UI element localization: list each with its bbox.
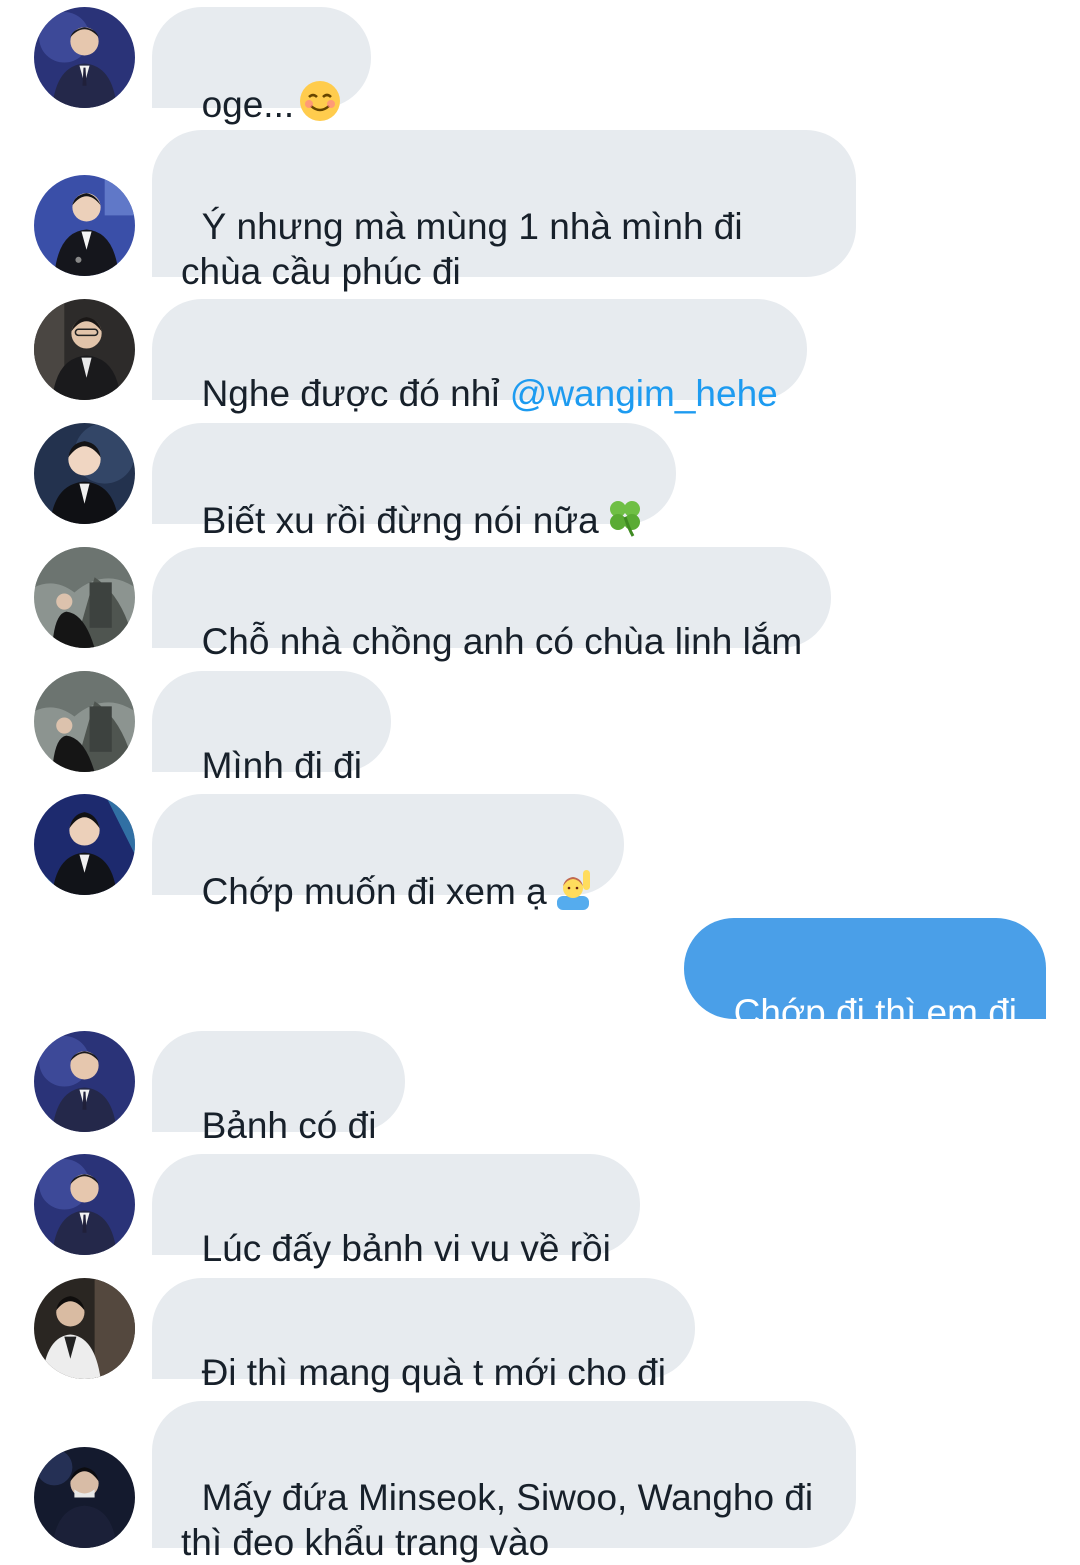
- avatar[interactable]: [34, 1278, 135, 1379]
- message-text: Chỗ nhà chồng anh có chùa linh lắm: [201, 621, 803, 662]
- profile-photo-icon: [34, 175, 135, 276]
- profile-photo-icon: [34, 1447, 135, 1548]
- profile-photo-icon: [34, 671, 135, 772]
- message-text: Chớp đi thì em đi: [733, 992, 1017, 1033]
- avatar[interactable]: [34, 1154, 135, 1255]
- message-text: Đi thì mang quà t mới cho đi: [201, 1352, 666, 1393]
- avatar[interactable]: [34, 7, 135, 108]
- profile-photo-icon: [34, 1278, 135, 1379]
- chat-message-bubble[interactable]: Mình đi đi: [152, 671, 391, 786]
- profile-photo-icon: [34, 794, 135, 895]
- profile-photo-icon: [34, 547, 135, 648]
- message-text: Nghe được đó nhỉ: [201, 373, 510, 414]
- message-text: Mấy đứa Minseok, Siwoo, Wangho đi thì đe…: [181, 1477, 814, 1563]
- avatar[interactable]: [34, 1447, 135, 1548]
- message-text: oge...: [201, 84, 295, 125]
- four-leaf-clover-icon: [603, 495, 647, 549]
- avatar[interactable]: [34, 299, 135, 400]
- chat-message-bubble[interactable]: Ý nhưng mà mùng 1 nhà mình đi chùa cầu p…: [152, 130, 856, 292]
- message-text: Biết xu rồi đừng nói nữa: [201, 500, 599, 541]
- profile-photo-icon: [34, 423, 135, 524]
- avatar[interactable]: [34, 794, 135, 895]
- smiling-face-icon: [298, 79, 342, 133]
- avatar[interactable]: [34, 547, 135, 648]
- chat-message-bubble[interactable]: Biết xu rồi đừng nói nữa: [152, 423, 676, 541]
- chat-message-bubble[interactable]: Mấy đứa Minseok, Siwoo, Wangho đi thì đe…: [152, 1401, 856, 1563]
- message-text: Ý nhưng mà mùng 1 nhà mình đi chùa cầu p…: [181, 206, 743, 292]
- avatar[interactable]: [34, 1031, 135, 1132]
- user-mention-link[interactable]: @wangim_hehe: [510, 373, 778, 414]
- chat-message-bubble[interactable]: Lúc đấy bảnh vi vu về rồi: [152, 1154, 640, 1269]
- profile-photo-icon: [34, 1154, 135, 1255]
- chat-message-bubble[interactable]: Chỗ nhà chồng anh có chùa linh lắm: [152, 547, 832, 662]
- profile-photo-icon: [34, 7, 135, 108]
- avatar[interactable]: [34, 175, 135, 276]
- chat-message-bubble[interactable]: Nghe được đó nhỉ @wangim_hehe: [152, 299, 807, 414]
- profile-photo-icon: [34, 1031, 135, 1132]
- message-text: Lúc đấy bảnh vi vu về rồi: [201, 1228, 611, 1269]
- message-text: Bảnh có đi: [201, 1105, 377, 1146]
- avatar[interactable]: [34, 671, 135, 772]
- chat-message-bubble[interactable]: Chớp muốn đi xem ạ: [152, 794, 624, 912]
- profile-photo-icon: [34, 299, 135, 400]
- avatar[interactable]: [34, 423, 135, 524]
- chat-message-bubble-outgoing[interactable]: Chớp đi thì em đi: [684, 918, 1046, 1033]
- message-text: Mình đi đi: [201, 745, 362, 786]
- person-raising-hand-icon: [551, 866, 595, 920]
- chat-message-bubble[interactable]: Bảnh có đi: [152, 1031, 406, 1146]
- chat-message-bubble[interactable]: oge...: [152, 7, 372, 125]
- chat-message-bubble[interactable]: Đi thì mang quà t mới cho đi: [152, 1278, 695, 1393]
- message-text: Chớp muốn đi xem ạ: [201, 871, 547, 912]
